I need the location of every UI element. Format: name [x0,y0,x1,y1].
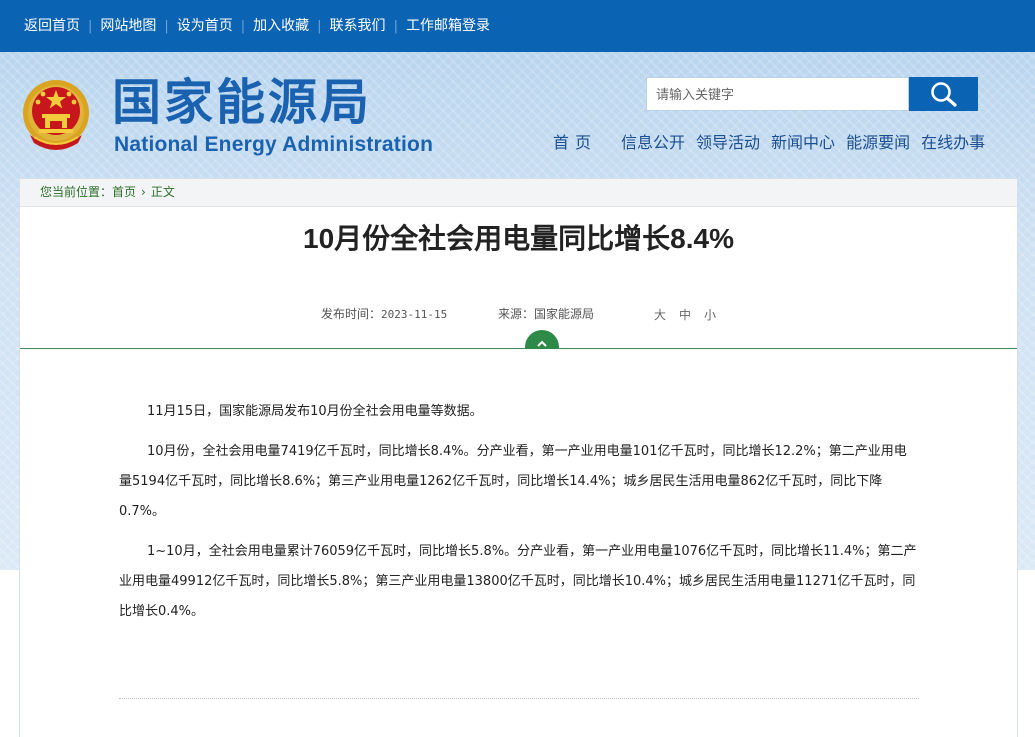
main-navigation: 首页 信息公开 领导活动 新闻中心 能源要闻 在线办事 [553,133,996,153]
source-info: 来源：国家能源局 [498,306,594,322]
breadcrumb-home[interactable]: 首页 [112,185,136,199]
top-utility-bar: 返回首页 | 网站地图 | 设为首页 | 加入收藏 | 联系我们 | 工作邮箱登… [0,0,1035,52]
nav-energy-news[interactable]: 能源要闻 [846,133,910,153]
nav-news-center[interactable]: 新闻中心 [771,133,835,153]
nav-online-services[interactable]: 在线办事 [921,133,985,153]
article-body: 11月15日，国家能源局发布10月份全社会用电量等数据。 10月份，全社会用电量… [119,397,919,637]
font-size-small[interactable]: 小 [704,308,716,322]
link-sitemap[interactable]: 网站地图 [92,18,164,34]
article-title: 10月份全社会用电量同比增长8.4% [303,223,734,254]
collapse-toggle[interactable] [525,330,559,349]
publish-label: 发布时间： [321,307,382,321]
article-paragraph: 10月份，全社会用电量7419亿千瓦时，同比增长8.4%。分产业看，第一产业用电… [119,444,907,519]
breadcrumb: 您当前位置：首页 › 正文 [20,179,1017,207]
article-end-divider [119,698,919,699]
publish-date: 2023-11-15 [381,308,448,321]
link-home[interactable]: 返回首页 [24,18,88,34]
nav-info-disclosure[interactable]: 信息公开 [621,133,685,153]
content-panel: 您当前位置：首页 › 正文 10月份全社会用电量同比增长8.4% 发布时间：2023… [19,178,1018,737]
search-input[interactable] [646,77,909,111]
publish-info: 发布时间：2023-11-15 [321,306,447,323]
chevron-up-icon [537,340,547,347]
header-divider [20,348,1017,349]
nav-leadership-activities[interactable]: 领导活动 [696,133,760,153]
font-size-medium[interactable]: 中 [679,308,691,322]
search-icon [930,82,957,107]
site-logo-english[interactable]: National Energy Administration [114,132,433,158]
link-work-email-login[interactable]: 工作邮箱登录 [398,18,498,34]
font-size-switcher: 大中小 [654,306,729,323]
source-name: 国家能源局 [534,307,595,321]
breadcrumb-label: 您当前位置： [40,185,113,199]
search-button[interactable] [909,77,978,111]
breadcrumb-current[interactable]: 正文 [151,185,175,199]
link-add-favorite[interactable]: 加入收藏 [245,18,317,34]
link-contact-us[interactable]: 联系我们 [322,18,394,34]
national-emblem-icon[interactable] [20,77,92,153]
site-logo-chinese[interactable]: 国家能源局 [112,74,372,130]
article-paragraph: 1~10月，全社会用电量累计76059亿千瓦时，同比增长5.8%。分产业看，第一… [119,544,917,619]
link-set-homepage[interactable]: 设为首页 [169,18,241,34]
article-paragraph: 11月15日，国家能源局发布10月份全社会用电量等数据。 [147,404,483,419]
source-label: 来源： [498,307,535,321]
chevron-right-icon: › [141,185,146,199]
font-size-large[interactable]: 大 [654,308,666,322]
nav-home[interactable]: 首页 [553,133,597,153]
